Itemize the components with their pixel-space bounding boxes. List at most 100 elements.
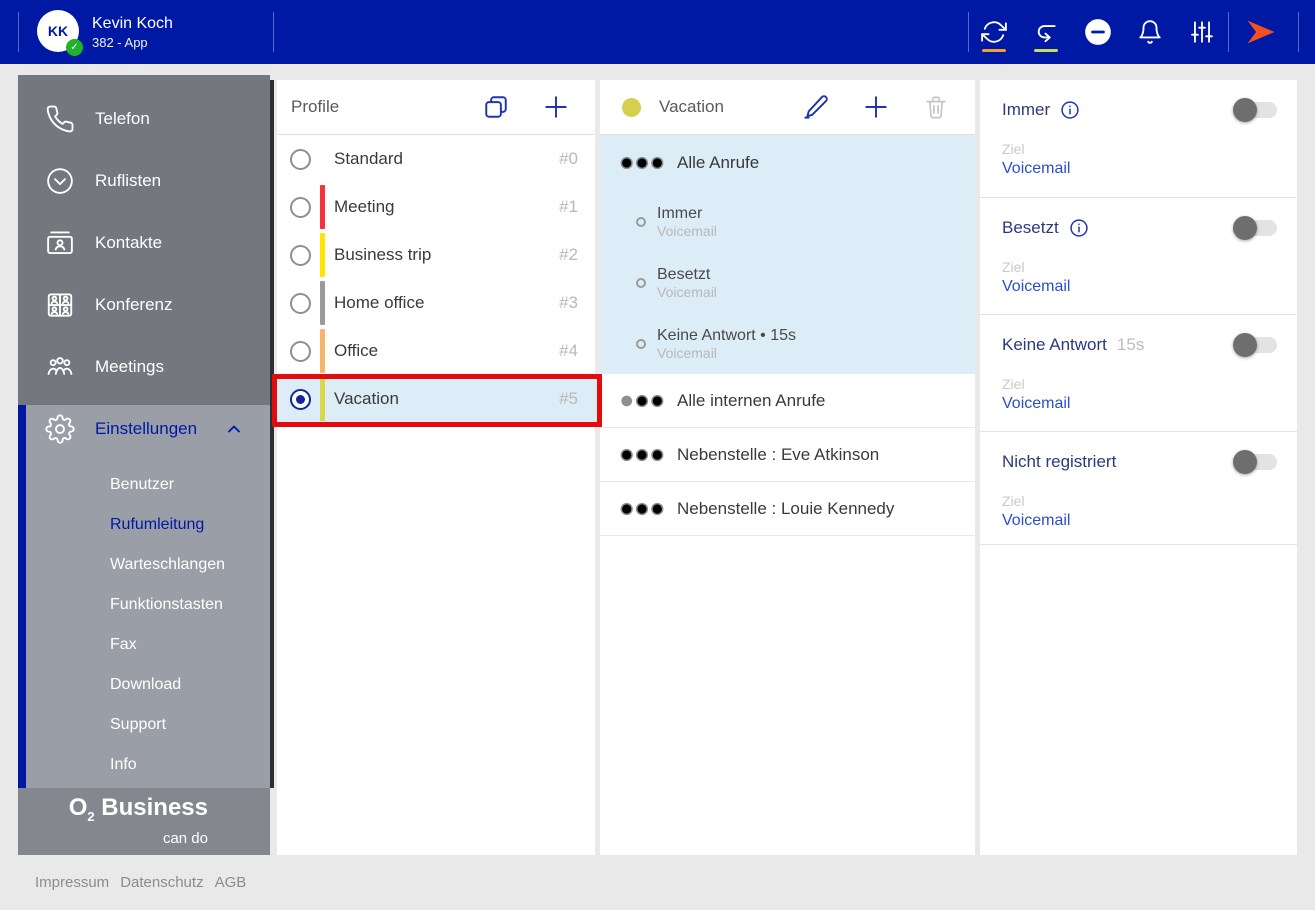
topbar-divider <box>1228 12 1229 52</box>
topbar-divider <box>1298 12 1299 52</box>
condition-title: Immer <box>657 204 717 223</box>
footer-link-agb[interactable]: AGB <box>215 874 247 891</box>
profile-label: Home office <box>334 293 424 313</box>
detail-panel-immer: Immer Ziel Voicemail <box>980 80 1297 198</box>
condition-target: Voicemail <box>657 345 796 362</box>
filters-sliders-icon[interactable] <box>1189 19 1215 45</box>
do-not-disturb-icon[interactable] <box>1085 19 1111 45</box>
profile-row-office[interactable]: Office #4 <box>277 327 595 375</box>
selected-rule-block: Alle Anrufe Immer Voicemail Besetzt Voic… <box>600 135 975 374</box>
delete-trash-icon[interactable] <box>923 94 949 120</box>
condition-row-keine-antwort[interactable]: Keine Antwort • 15s Voicemail <box>600 313 975 374</box>
rule-row-nebenstelle-louie-kennedy[interactable]: Nebenstelle : Louie Kennedy <box>600 482 975 536</box>
gear-icon <box>45 414 75 444</box>
settings-item-rufumleitung[interactable]: Rufumleitung <box>26 505 270 545</box>
profiles-header: Profile <box>277 80 595 135</box>
profile-color-stripe <box>320 329 325 373</box>
profile-radio[interactable] <box>290 149 311 170</box>
toggle-nicht-registriert[interactable] <box>1235 454 1277 470</box>
target-voicemail-link[interactable]: Voicemail <box>1002 278 1070 314</box>
settings-item-fax[interactable]: Fax <box>26 625 270 665</box>
profile-row-vacation[interactable]: Vacation #5 <box>277 375 595 423</box>
sync-icon[interactable] <box>981 19 1007 45</box>
target-voicemail-link[interactable]: Voicemail <box>1002 160 1070 196</box>
chevron-up-icon <box>224 419 244 439</box>
profiles-column: Profile Standard #0 Meeting #1 <box>277 80 595 855</box>
info-icon[interactable] <box>1069 218 1089 238</box>
toggle-keine-antwort[interactable] <box>1235 337 1277 353</box>
target-voicemail-link[interactable]: Voicemail <box>1002 512 1070 548</box>
sidebar-edge-shadow <box>270 80 274 788</box>
user-avatar[interactable]: KK ✓ <box>37 10 81 54</box>
sidebar-label: Einstellungen <box>95 419 224 439</box>
copy-profile-icon[interactable] <box>483 94 509 120</box>
sidebar-item-einstellungen[interactable]: Einstellungen <box>26 405 270 453</box>
profile-label: Meeting <box>334 197 394 217</box>
add-profile-icon[interactable] <box>543 94 569 120</box>
profile-color-dot <box>622 98 641 117</box>
meetings-people-icon <box>45 352 75 382</box>
condition-row-immer[interactable]: Immer Voicemail <box>600 191 975 252</box>
timeout-value: 15s <box>1117 335 1144 355</box>
settings-item-funktionstasten[interactable]: Funktionstasten <box>26 585 270 625</box>
profile-number: #2 <box>559 245 595 265</box>
user-info[interactable]: Kevin Koch 382 - App <box>92 0 173 64</box>
profile-row-standard[interactable]: Standard #0 <box>277 135 595 183</box>
target-voicemail-link[interactable]: Voicemail <box>1002 395 1070 431</box>
rule-row-alle-anrufe[interactable]: Alle Anrufe <box>600 135 975 191</box>
profile-radio[interactable] <box>290 293 311 314</box>
contacts-card-icon <box>45 228 75 258</box>
rule-label: Alle Anrufe <box>677 153 759 173</box>
profile-radio[interactable] <box>290 341 311 362</box>
call-history-icon <box>45 166 75 196</box>
sidebar-item-ruflisten[interactable]: Ruflisten <box>18 150 270 212</box>
info-icon[interactable] <box>1060 100 1080 120</box>
sidebar-item-konferenz[interactable]: Konferenz <box>18 274 270 336</box>
call-forward-icon[interactable] <box>1033 19 1059 45</box>
panel-title: Nicht registriert <box>1002 452 1116 472</box>
settings-item-benutzer[interactable]: Benutzer <box>26 465 270 505</box>
profile-row-business-trip[interactable]: Business trip #2 <box>277 231 595 279</box>
sidebar-item-meetings[interactable]: Meetings <box>18 336 270 398</box>
profile-label: Standard <box>334 149 403 169</box>
o2-business-logo: O2 Business can do <box>18 788 270 855</box>
settings-item-download[interactable]: Download <box>26 665 270 705</box>
sidebar-item-kontakte[interactable]: Kontakte <box>18 212 270 274</box>
rule-row-alle-internen-anrufe[interactable]: Alle internen Anrufe <box>600 374 975 428</box>
user-name: Kevin Koch <box>92 14 173 34</box>
panel-title: Immer <box>1002 100 1050 120</box>
detail-panel-nicht-registriert: Nicht registriert Ziel Voicemail <box>980 432 1297 545</box>
settings-item-support[interactable]: Support <box>26 705 270 745</box>
toggle-immer[interactable] <box>1235 102 1277 118</box>
target-label: Ziel <box>1002 493 1277 509</box>
target-label: Ziel <box>1002 259 1277 275</box>
settings-item-info[interactable]: Info <box>26 745 270 785</box>
panel-title: Keine Antwort <box>1002 335 1107 355</box>
profile-row-meeting[interactable]: Meeting #1 <box>277 183 595 231</box>
profile-radio-selected[interactable] <box>290 389 311 410</box>
circles-outline-icon <box>620 448 664 462</box>
profile-radio[interactable] <box>290 197 311 218</box>
target-label: Ziel <box>1002 141 1277 157</box>
sidebar-item-telefon[interactable]: Telefon <box>18 88 270 150</box>
rule-row-nebenstelle-eve-atkinson[interactable]: Nebenstelle : Eve Atkinson <box>600 428 975 482</box>
circles-outline-icon <box>620 156 664 170</box>
condition-target: Voicemail <box>657 284 717 301</box>
footer-link-datenschutz[interactable]: Datenschutz <box>120 874 203 891</box>
notifications-bell-icon[interactable] <box>1137 19 1163 45</box>
profiles-title: Profile <box>291 97 339 117</box>
footer-link-impressum[interactable]: Impressum <box>35 874 109 891</box>
profile-label: Business trip <box>334 245 431 265</box>
send-arrow-icon[interactable] <box>1244 15 1278 49</box>
add-rule-icon[interactable] <box>863 94 889 120</box>
profile-color-stripe <box>320 137 325 181</box>
profile-row-home-office[interactable]: Home office #3 <box>277 279 595 327</box>
conference-grid-icon <box>45 290 75 320</box>
edit-pencil-icon[interactable] <box>803 94 829 120</box>
toggle-besetzt[interactable] <box>1235 220 1277 236</box>
settings-item-warteschlangen[interactable]: Warteschlangen <box>26 545 270 585</box>
settings-sub-menu: Benutzer Rufumleitung Warteschlangen Fun… <box>26 453 270 785</box>
profile-radio[interactable] <box>290 245 311 266</box>
condition-row-besetzt[interactable]: Besetzt Voicemail <box>600 252 975 313</box>
sidebar-label: Ruflisten <box>95 171 161 191</box>
